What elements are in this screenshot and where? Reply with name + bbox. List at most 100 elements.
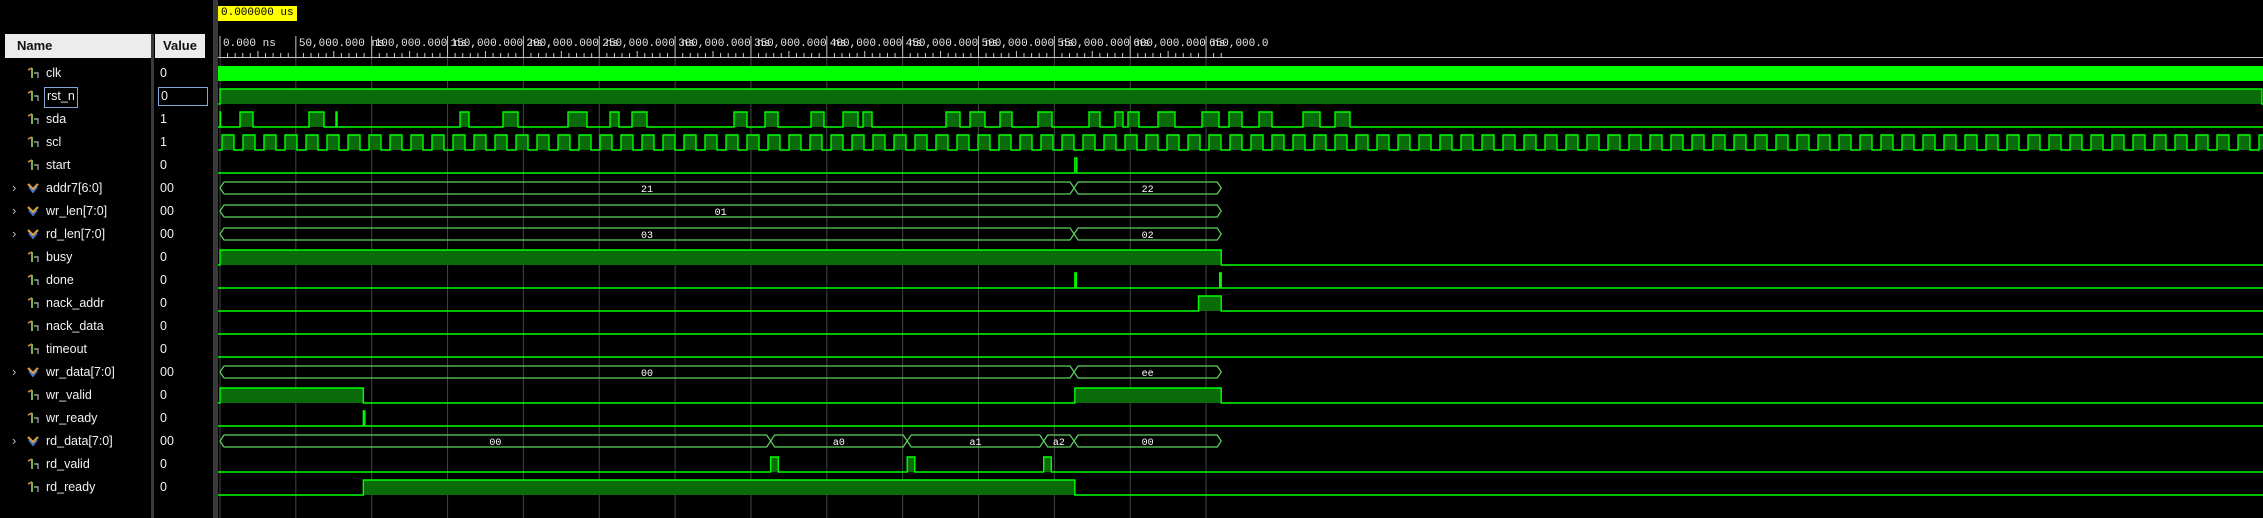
signal-row[interactable]: › rd_data[7:0] 00: [0, 430, 213, 453]
signal-name[interactable]: scl: [44, 133, 63, 152]
bus-rd_len70: 03 02: [219, 227, 1222, 242]
bus-value-label: 00: [489, 438, 501, 449]
bus-value-label: a2: [1053, 438, 1065, 449]
expand-chevron-icon[interactable]: ›: [12, 226, 22, 242]
bus-value-label: a0: [833, 438, 845, 449]
value-column-header[interactable]: Value: [155, 34, 205, 58]
signal-name[interactable]: timeout: [44, 340, 89, 359]
signal-name[interactable]: rd_len[7:0]: [44, 225, 107, 244]
signal-row[interactable]: › wr_data[7:0] 00: [0, 361, 213, 384]
signal-value: 0: [160, 296, 167, 310]
signal-name[interactable]: wr_data[7:0]: [44, 363, 117, 382]
signal-value: 00: [160, 204, 174, 218]
wave-wr_valid: [218, 387, 2263, 404]
bus-value-label: 21: [641, 185, 653, 196]
signal-value: 00: [160, 434, 174, 448]
signal-value: 0: [160, 480, 167, 494]
signal-row[interactable]: wr_ready 0: [0, 407, 213, 430]
signal-name[interactable]: nack_data: [44, 317, 106, 336]
signal-row[interactable]: scl 1: [0, 131, 213, 154]
bus-wr_data70: 00 ee: [219, 365, 1222, 380]
signal-value: 0: [160, 388, 167, 402]
signal-value: 1: [160, 135, 167, 149]
signal-name[interactable]: nack_addr: [44, 294, 106, 313]
signal-value: 0: [160, 342, 167, 356]
signal-value: 00: [160, 181, 174, 195]
signal-name[interactable]: sda: [44, 110, 68, 129]
signal-name[interactable]: rd_data[7:0]: [44, 432, 115, 451]
signal-name[interactable]: wr_ready: [44, 409, 99, 428]
ruler-tick-label: 50,000.000 ns: [299, 38, 385, 50]
signal-value: 0: [160, 319, 167, 333]
signal-value: 0: [160, 457, 167, 471]
bit-signal-icon: [27, 481, 39, 492]
waveform-traces[interactable]: 21 22 01 03 02 00 ee 00 a0 a1 a2 00: [218, 0, 2263, 518]
signal-value: 0: [158, 87, 208, 106]
expand-chevron-icon[interactable]: ›: [12, 433, 22, 449]
wave-rd_ready: [218, 479, 2263, 496]
signal-name[interactable]: rd_ready: [44, 478, 97, 497]
signal-row[interactable]: wr_valid 0: [0, 384, 213, 407]
wave-sda: [218, 111, 2263, 128]
bus-wr_len70: 01: [219, 204, 1222, 219]
signal-name[interactable]: busy: [44, 248, 74, 267]
signal-row[interactable]: clk 0: [0, 62, 213, 85]
bus-addr760: 21 22: [219, 181, 1222, 196]
signal-name[interactable]: wr_valid: [44, 386, 94, 405]
signal-row[interactable]: start 0: [0, 154, 213, 177]
bus-value-label: 03: [641, 231, 653, 242]
time-ruler[interactable]: 0.000 ns 50,000.000 ns100,000.000 ns150,0…: [218, 34, 2263, 58]
signal-row[interactable]: rd_valid 0: [0, 453, 213, 476]
signal-value: 00: [160, 365, 174, 379]
signal-row[interactable]: nack_data 0: [0, 315, 213, 338]
wave-nack_addr: [218, 295, 2263, 312]
signal-value: 0: [160, 273, 167, 287]
wave-rst_n: [218, 88, 2263, 105]
cursor-time-label[interactable]: 0.000000 us: [218, 6, 297, 21]
signal-row[interactable]: nack_addr 0: [0, 292, 213, 315]
wave-rd_valid: [218, 456, 2263, 473]
bit-signal-icon: [27, 90, 39, 101]
signal-row[interactable]: rd_ready 0: [0, 476, 213, 499]
signal-name[interactable]: rd_valid: [44, 455, 92, 474]
ruler-tick-label: 0.000 ns: [223, 38, 276, 50]
bit-signal-icon: [27, 251, 39, 262]
signal-row[interactable]: timeout 0: [0, 338, 213, 361]
signal-value: 0: [160, 411, 167, 425]
signal-row[interactable]: sda 1: [0, 108, 213, 131]
bit-signal-icon: [27, 297, 39, 308]
signal-name[interactable]: clk: [44, 64, 63, 83]
bit-signal-icon: [27, 343, 39, 354]
bus-signal-icon: [27, 436, 39, 447]
signal-row[interactable]: › addr7[6:0] 00: [0, 177, 213, 200]
signal-name[interactable]: wr_len[7:0]: [44, 202, 109, 221]
bus-value-label: 00: [641, 369, 653, 380]
signal-name[interactable]: start: [44, 156, 72, 175]
signal-row[interactable]: busy 0: [0, 246, 213, 269]
bus-rd_data70: 00 a0 a1 a2 00: [219, 434, 1222, 449]
bit-signal-icon: [27, 159, 39, 170]
signal-name[interactable]: done: [44, 271, 76, 290]
expand-chevron-icon[interactable]: ›: [12, 364, 22, 380]
signal-value: 0: [160, 158, 167, 172]
signal-row[interactable]: › rd_len[7:0] 00: [0, 223, 213, 246]
signal-row[interactable]: done 0: [0, 269, 213, 292]
signal-row[interactable]: › wr_len[7:0] 00: [0, 200, 213, 223]
ruler-tick-label: 650,000.0: [1209, 38, 1268, 50]
signal-row[interactable]: rst_n 0: [0, 85, 213, 108]
signal-value: 1: [160, 112, 167, 126]
bit-signal-icon: [27, 320, 39, 331]
expand-chevron-icon[interactable]: ›: [12, 180, 22, 196]
signal-name[interactable]: rst_n: [44, 87, 78, 108]
wave-clk: [218, 66, 2263, 81]
expand-chevron-icon[interactable]: ›: [12, 203, 22, 219]
bus-value-label: ee: [1142, 369, 1154, 380]
bit-signal-icon: [27, 389, 39, 400]
bus-value-label: 02: [1142, 231, 1154, 242]
signal-value: 0: [160, 250, 167, 264]
name-column-header[interactable]: Name: [5, 34, 151, 58]
signal-name[interactable]: addr7[6:0]: [44, 179, 104, 198]
bit-signal-icon: [27, 274, 39, 285]
bus-signal-icon: [27, 183, 39, 194]
bus-value-label: 22: [1142, 185, 1154, 196]
